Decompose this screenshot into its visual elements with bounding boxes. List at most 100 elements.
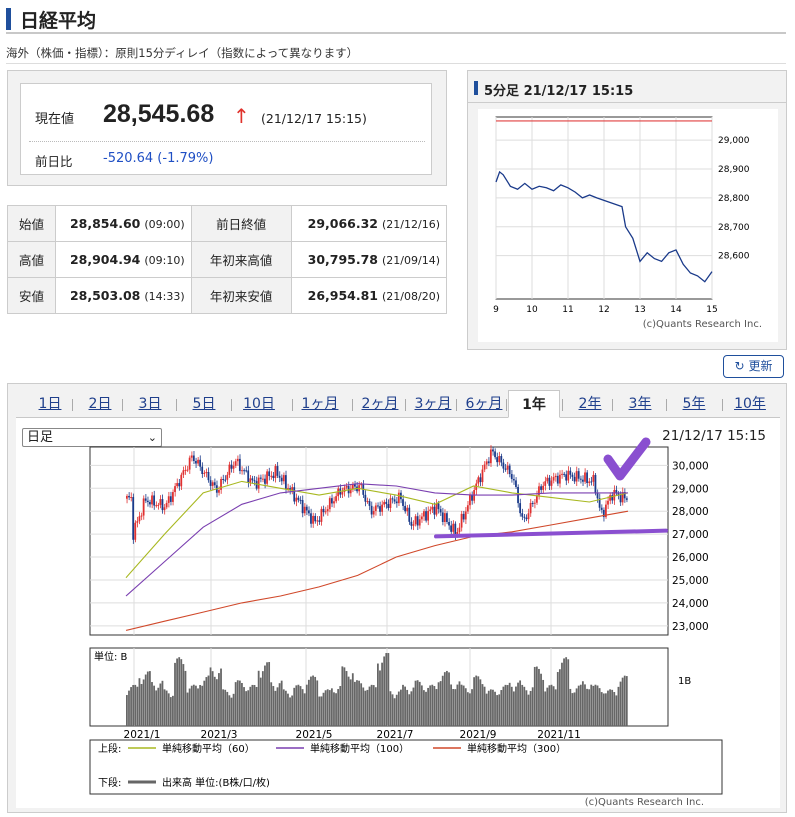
candle [418, 519, 421, 526]
volume-bar [310, 676, 312, 726]
volume-bar [155, 690, 158, 726]
volume-bar [385, 653, 388, 726]
tab-separator [122, 399, 123, 411]
candle [130, 497, 132, 499]
volume-bar [291, 695, 294, 726]
period-tab[interactable]: 6ヶ月 [458, 390, 510, 418]
candle [303, 506, 306, 514]
volume-bar [234, 682, 237, 726]
period-tab[interactable]: 5年 [668, 390, 720, 418]
candle [531, 502, 534, 504]
candle [460, 513, 463, 528]
candle [584, 472, 586, 482]
volume-bar [138, 678, 141, 726]
volume-bar [251, 684, 254, 726]
candle [159, 499, 162, 505]
period-tab[interactable]: 1日 [24, 390, 76, 418]
candle [625, 498, 628, 500]
volume-bar [169, 697, 172, 726]
candle [161, 499, 164, 511]
candle [408, 507, 411, 522]
ohlc-row: 安値 28,503.08 (14:33) 年初来安値 26,954.81 (21/08… [7, 277, 448, 314]
candle [544, 481, 547, 486]
candle [266, 471, 268, 484]
candle [278, 475, 281, 478]
candle [301, 500, 304, 514]
y-tick-label: 28,700 [718, 223, 750, 233]
candle [594, 474, 597, 494]
ohlc-label: 高値 [7, 241, 56, 278]
x-tick-label: 2021/5 [296, 729, 333, 741]
candle [558, 474, 561, 484]
period-tab-label: 2ヶ月 [361, 396, 399, 412]
volume-bar [569, 688, 572, 726]
candle [251, 478, 254, 481]
ohlc-num: 29,066.32 [307, 216, 379, 231]
period-tab[interactable]: 2ヶ月 [354, 390, 406, 418]
volume-bar [406, 689, 409, 726]
period-tab[interactable]: 10日 [233, 390, 285, 418]
candle [581, 479, 584, 482]
volume-bar [274, 690, 277, 726]
volume-bar [301, 689, 304, 726]
title-bar: 日経平均 [6, 6, 786, 34]
volume-bar [222, 689, 225, 726]
period-tab[interactable]: 1ヶ月 [294, 390, 346, 418]
legend-lower-label: 下段: [98, 776, 121, 789]
y-tick-label: 28,000 [672, 506, 709, 518]
refresh-icon: ↻ [734, 359, 745, 373]
candle [272, 475, 275, 479]
page-title: 日経平均 [20, 10, 97, 32]
candle [238, 458, 241, 471]
candle [443, 513, 446, 522]
period-tab[interactable]: 5日 [178, 390, 230, 418]
volume-bar [496, 695, 499, 726]
candle [423, 511, 425, 517]
volume-bar [567, 659, 570, 726]
candle [512, 478, 515, 481]
candle [247, 470, 250, 483]
candle [414, 516, 417, 525]
candle [142, 498, 145, 516]
candle [188, 457, 191, 470]
tab-separator [72, 399, 73, 411]
volume-bar [287, 693, 289, 726]
candle [343, 487, 346, 493]
volume-bar [126, 695, 128, 726]
y-tick-label: 27,000 [672, 529, 709, 541]
ohlc-label: 安値 [7, 277, 56, 314]
candle [345, 486, 348, 488]
candle [556, 475, 559, 484]
refresh-button[interactable]: ↻ 更新 [723, 355, 784, 378]
candle [264, 478, 266, 484]
period-tab[interactable]: 10年 [724, 390, 776, 418]
period-tab[interactable]: 3年 [614, 390, 666, 418]
volume-bar [213, 676, 216, 726]
candle [374, 505, 377, 511]
volume-bar [353, 681, 356, 726]
y-tick-label: 23,000 [672, 621, 709, 633]
volume-bar [420, 685, 423, 726]
volume-bar [146, 671, 149, 726]
period-tab[interactable]: 3ヶ月 [407, 390, 459, 418]
candle [425, 511, 427, 521]
up-arrow-icon: ↑ [233, 104, 250, 128]
candle [312, 515, 314, 524]
volume-bar [554, 689, 557, 726]
candle [318, 520, 321, 522]
candle [199, 459, 201, 467]
candle [255, 481, 258, 489]
period-tab[interactable]: 2日 [74, 390, 126, 418]
candle [567, 470, 570, 481]
volume-bar [341, 666, 344, 726]
period-tab[interactable]: 2年 [564, 390, 616, 418]
volume-bar [387, 653, 390, 726]
volume-bar [345, 671, 348, 726]
volume-bar [483, 686, 486, 726]
volume-bar [602, 693, 605, 726]
period-tab[interactable]: 1年 [508, 390, 560, 418]
volume-bar [349, 679, 352, 726]
candle [533, 502, 536, 504]
period-tab[interactable]: 3日 [124, 390, 176, 418]
candle [592, 474, 595, 482]
